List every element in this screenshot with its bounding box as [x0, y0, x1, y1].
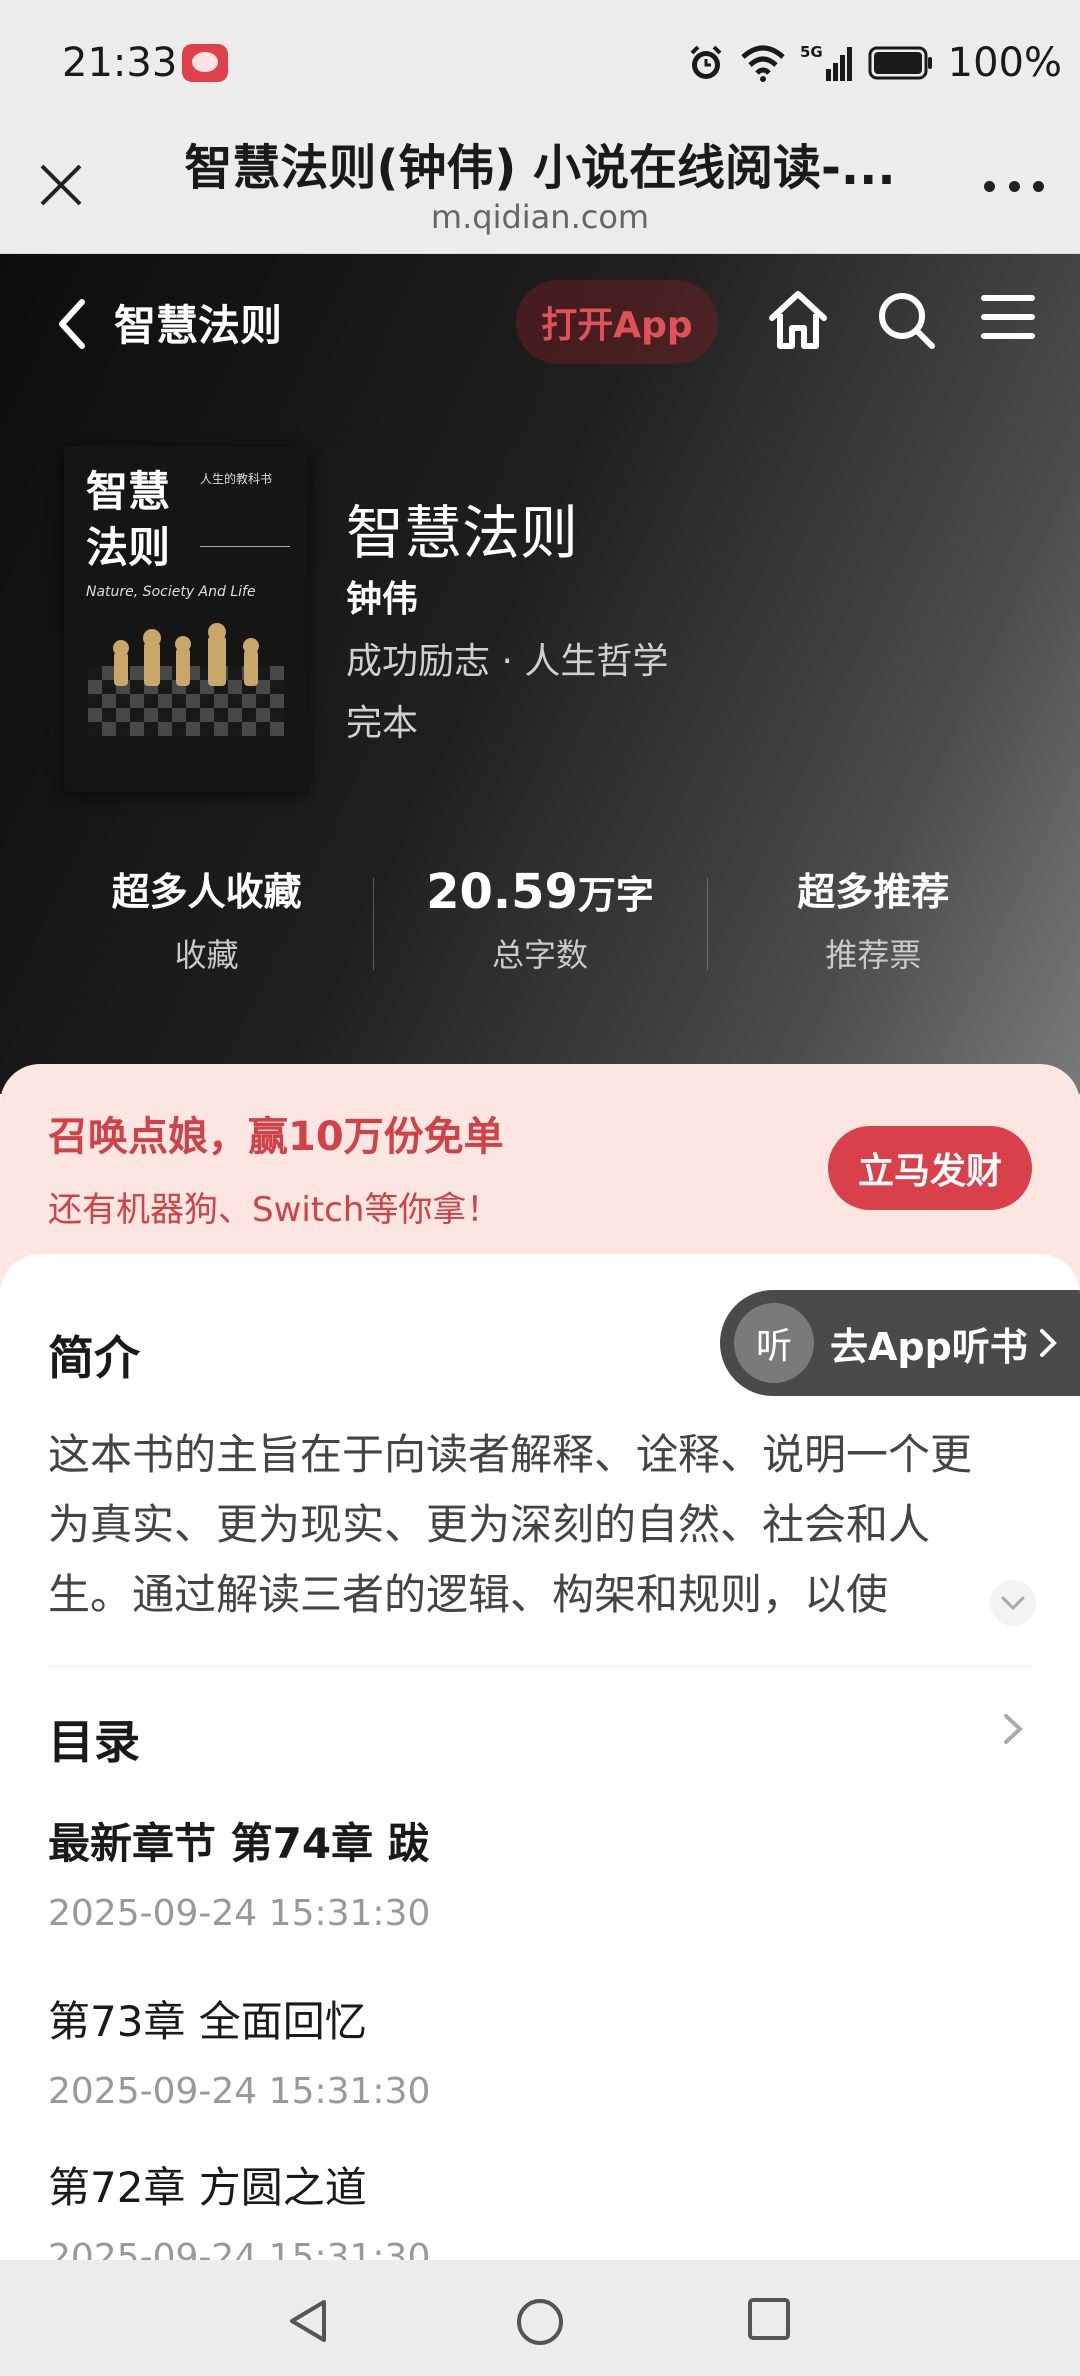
book-author[interactable]: 钟伟: [346, 570, 418, 622]
promo-subtitle: 还有机器狗、Switch等你拿！: [48, 1190, 501, 1230]
stat-label: 总字数: [491, 936, 588, 974]
menu-button[interactable]: [980, 292, 1036, 342]
cover-divider: [200, 546, 290, 547]
chapter-date: 2025-09-24 15:31:30: [48, 1893, 431, 1934]
more-dot-icon: [1008, 180, 1020, 192]
toc-heading[interactable]: 目录: [48, 1706, 140, 1772]
chevron-left-icon: [59, 299, 85, 349]
section-divider: [48, 1666, 1032, 1667]
home-circle-icon[interactable]: [514, 2296, 566, 2348]
recents-square-icon[interactable]: [746, 2296, 792, 2342]
chapter-item[interactable]: 第72章 方圆之道 2025-09-24 15:31:30: [48, 2154, 1028, 2260]
app-badge-icon: [182, 44, 228, 82]
stat-recommendations: 超多推荐 推荐票: [706, 864, 1040, 984]
promo-button[interactable]: 立马发财: [828, 1126, 1032, 1210]
stat-label: 推荐票: [825, 936, 922, 974]
nav-title: 智慧法则: [114, 301, 283, 350]
home-icon: [769, 291, 827, 349]
chapter-name: 第72章 方圆之道: [48, 2163, 367, 2212]
book-status: 完本: [346, 703, 419, 744]
cover-tag: 人生的教科书: [200, 472, 273, 486]
search-button[interactable]: [876, 290, 936, 350]
word-count-unit: 万字: [577, 873, 654, 917]
menu-icon: [981, 295, 1035, 339]
back-triangle-icon[interactable]: [284, 2296, 334, 2346]
battery-icon: [868, 46, 932, 80]
book-content: 简介 听 去App听书 这本书的主旨在于向读者解释、诠释、说明一个更为真实、更为…: [0, 1254, 1080, 2260]
stat-value: 20.59万字: [373, 864, 706, 920]
stat-value: 超多人收藏: [111, 870, 302, 914]
stat-value: 超多推荐: [797, 870, 950, 914]
listen-in-app-button[interactable]: 听 去App听书: [720, 1290, 1080, 1396]
book-cover[interactable]: 智慧法则 人生的教科书 Nature, Society And Life: [64, 446, 308, 792]
more-options-button[interactable]: [984, 176, 1044, 196]
chess-pieces-image: [113, 623, 259, 686]
more-dot-icon: [1033, 180, 1044, 192]
chapter-date: 2025-09-24 15:31:30: [48, 2237, 431, 2260]
back-button[interactable]: [52, 294, 92, 354]
page-title: 智慧法则(钟伟) 小说在线阅读-...: [184, 140, 896, 196]
toc-arrow-button[interactable]: [998, 1704, 1028, 1754]
book-genre: 成功励志 · 人生哲学: [346, 641, 669, 682]
chapter-name: 最新章节 第74章 跋: [48, 1819, 430, 1868]
alarm-icon: [690, 45, 722, 79]
intro-heading: 简介: [48, 1331, 140, 1385]
book-title: 智慧法则: [346, 499, 579, 567]
battery-percent: 100%: [947, 40, 1062, 86]
system-navigation-bar: [0, 2260, 1080, 2376]
home-button[interactable]: [766, 288, 830, 352]
listen-label: 去App听书: [830, 1324, 1028, 1369]
svg-text:5G: 5G: [800, 43, 823, 61]
stat-word-count: 20.59万字 总字数: [373, 864, 706, 984]
status-icons: 5G 100%: [686, 38, 1062, 88]
book-stats: 超多人收藏 收藏 20.59万字 总字数 超多推荐 推荐票: [40, 864, 1040, 984]
cover-title: 智慧法则: [86, 467, 171, 572]
chapter-item[interactable]: 第73章 全面回忆 2025-09-24 15:31:30: [48, 1988, 1028, 2112]
wifi-icon: [740, 45, 785, 82]
promo-title: 召唤点娘，赢10万份免单: [48, 1114, 504, 1160]
chapter-item[interactable]: 最新章节 第74章 跋 2025-09-24 15:31:30: [48, 1810, 1028, 1934]
more-dot-icon: [984, 180, 995, 192]
status-time: 21:33: [62, 40, 178, 86]
word-count-number: 20.59: [426, 864, 578, 920]
chevron-right-icon: [1004, 1714, 1023, 1744]
expand-button[interactable]: [990, 1580, 1036, 1626]
chapter-name: 第73章 全面回忆: [48, 1997, 367, 2046]
open-app-button[interactable]: 打开App: [516, 280, 718, 364]
close-button[interactable]: [36, 160, 86, 210]
intro-text[interactable]: 这本书的主旨在于向读者解释、诠释、说明一个更为真实、更为现实、更为深刻的自然、社…: [48, 1420, 1008, 1630]
stat-favorites: 超多人收藏 收藏: [40, 864, 373, 984]
close-icon: [40, 164, 82, 206]
status-bar: 21:33 5G 100%: [0, 0, 1080, 120]
browser-header: 智慧法则(钟伟) 小说在线阅读-... m.qidian.com: [0, 120, 1080, 254]
listen-icon: 听: [734, 1303, 814, 1383]
search-icon: [879, 293, 935, 349]
chevron-right-icon: [1039, 1329, 1057, 1357]
5g-signal-icon: 5G: [800, 43, 852, 81]
book-hero: 智慧法则 打开App 智慧法则 人生的教科书 Nature, Society A…: [0, 254, 1080, 1094]
page-url: m.qidian.com: [430, 198, 650, 236]
chapter-date: 2025-09-24 15:31:30: [48, 2071, 431, 2112]
stat-label: 收藏: [174, 936, 239, 974]
chevron-down-icon: [1001, 1596, 1025, 1611]
cover-subtitle: Nature, Society And Life: [86, 584, 256, 600]
